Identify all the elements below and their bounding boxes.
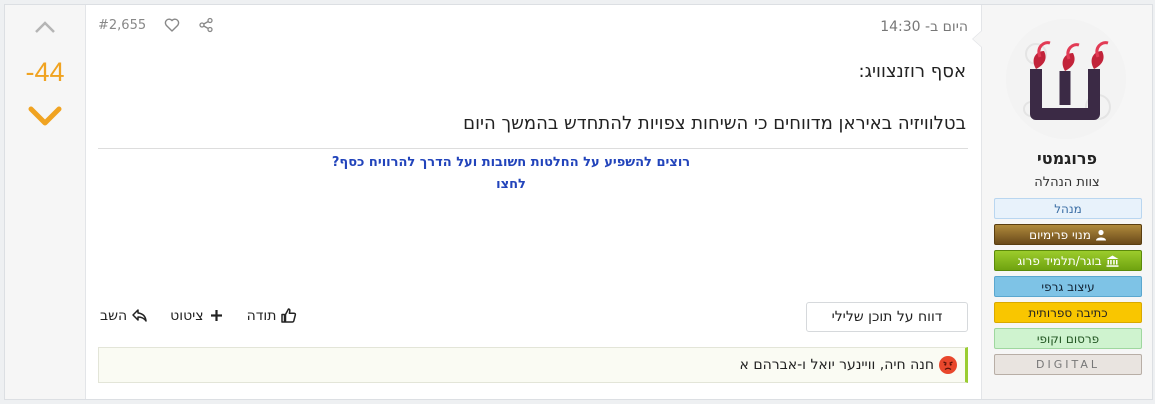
- post-time[interactable]: היום ב- 14:30: [880, 19, 968, 35]
- post-main: היום ב- 14:30 #2,655 אסף רוזנצוויג: בטלו…: [86, 5, 980, 399]
- reply-label: השב: [100, 307, 128, 324]
- angry-emoji-icon: [939, 356, 957, 374]
- badge-advertising-copy-label: פרסום וקופי: [1036, 331, 1100, 346]
- vote-score: -44: [25, 57, 65, 87]
- heart-icon[interactable]: [164, 17, 180, 33]
- user-title: צוות הנהלה: [1034, 175, 1100, 190]
- post-body-text: בטלוויזיה באיראן מדווחים כי השיחות צפויו…: [463, 113, 966, 134]
- username[interactable]: פרוגמטי: [982, 149, 1152, 168]
- avatar-logo-icon: [1006, 19, 1126, 139]
- upvote-chevron-icon[interactable]: [33, 17, 57, 37]
- institution-icon: [1106, 255, 1119, 267]
- avatar[interactable]: [1006, 19, 1126, 139]
- badge-digital: DIGITAL: [994, 354, 1142, 375]
- report-button[interactable]: דווח על תוכן שלילי: [806, 302, 968, 332]
- reactions-bar[interactable]: חנה חיה, וויינער יואל ו-אברהם א: [98, 347, 968, 383]
- badge-graduate: בוגר/תלמיד פרוג: [994, 250, 1142, 271]
- badge-graphic-design: עיצוב גרפי: [994, 276, 1142, 297]
- reactions-users[interactable]: חנה חיה, וויינער יואל ו-אברהם א: [740, 357, 934, 373]
- thanks-button[interactable]: תודה: [247, 307, 298, 324]
- reply-arrow-icon: [132, 309, 147, 322]
- post-meta-tools: #2,655: [98, 17, 214, 33]
- quote-label: ציטוט: [170, 307, 204, 324]
- thanks-label: תודה: [246, 307, 277, 324]
- badge-literary-writing: כתיבה ספרותית: [994, 302, 1142, 323]
- downvote-chevron-icon[interactable]: [27, 103, 63, 129]
- thumbs-up-icon: [281, 308, 297, 323]
- badge-literary-writing-label: כתיבה ספרותית: [1028, 305, 1108, 320]
- vote-column: -44: [5, 5, 86, 399]
- user-info-column: פרוגמטי צוות הנהלה מנהל מנוי פרימיום בוג…: [972, 5, 1152, 399]
- post-actions: תודה ציטוט השב: [100, 307, 297, 324]
- promo-text[interactable]: רוצים להשפיע על החלטות חשובות ועל הדרך ל…: [286, 155, 736, 170]
- badge-digital-label: DIGITAL: [1036, 358, 1101, 371]
- user-badges: מנהל מנוי פרימיום בוגר/תלמיד פרוג עיצוב …: [994, 198, 1142, 380]
- plus-icon: [210, 310, 222, 321]
- badge-premium-label: מנוי פרימיום: [1029, 227, 1091, 242]
- badge-advertising-copy: פרסום וקופי: [994, 328, 1142, 349]
- share-icon[interactable]: [198, 17, 214, 33]
- content-divider: [98, 148, 968, 149]
- badge-premium: מנוי פרימיום: [994, 224, 1142, 245]
- badge-admin: מנהל: [994, 198, 1142, 219]
- pointer-arrow: [973, 31, 982, 47]
- badge-graduate-label: בוגר/תלמיד פרוג: [1017, 253, 1102, 268]
- post-card: -44 היום ב- 14:30 #2,655 אסף רוזנצוויג: …: [4, 4, 1153, 400]
- badge-graphic-design-label: עיצוב גרפי: [1041, 279, 1095, 294]
- reply-button[interactable]: השב: [100, 307, 148, 324]
- user-icon: [1095, 229, 1106, 240]
- badge-admin-label: מנהל: [1054, 201, 1082, 216]
- quote-button[interactable]: ציטוט: [170, 307, 224, 324]
- promo-link[interactable]: לחצו: [286, 177, 736, 192]
- post-number[interactable]: #2,655: [98, 18, 146, 33]
- post-author-line: אסף רוזנצוויג:: [858, 61, 966, 82]
